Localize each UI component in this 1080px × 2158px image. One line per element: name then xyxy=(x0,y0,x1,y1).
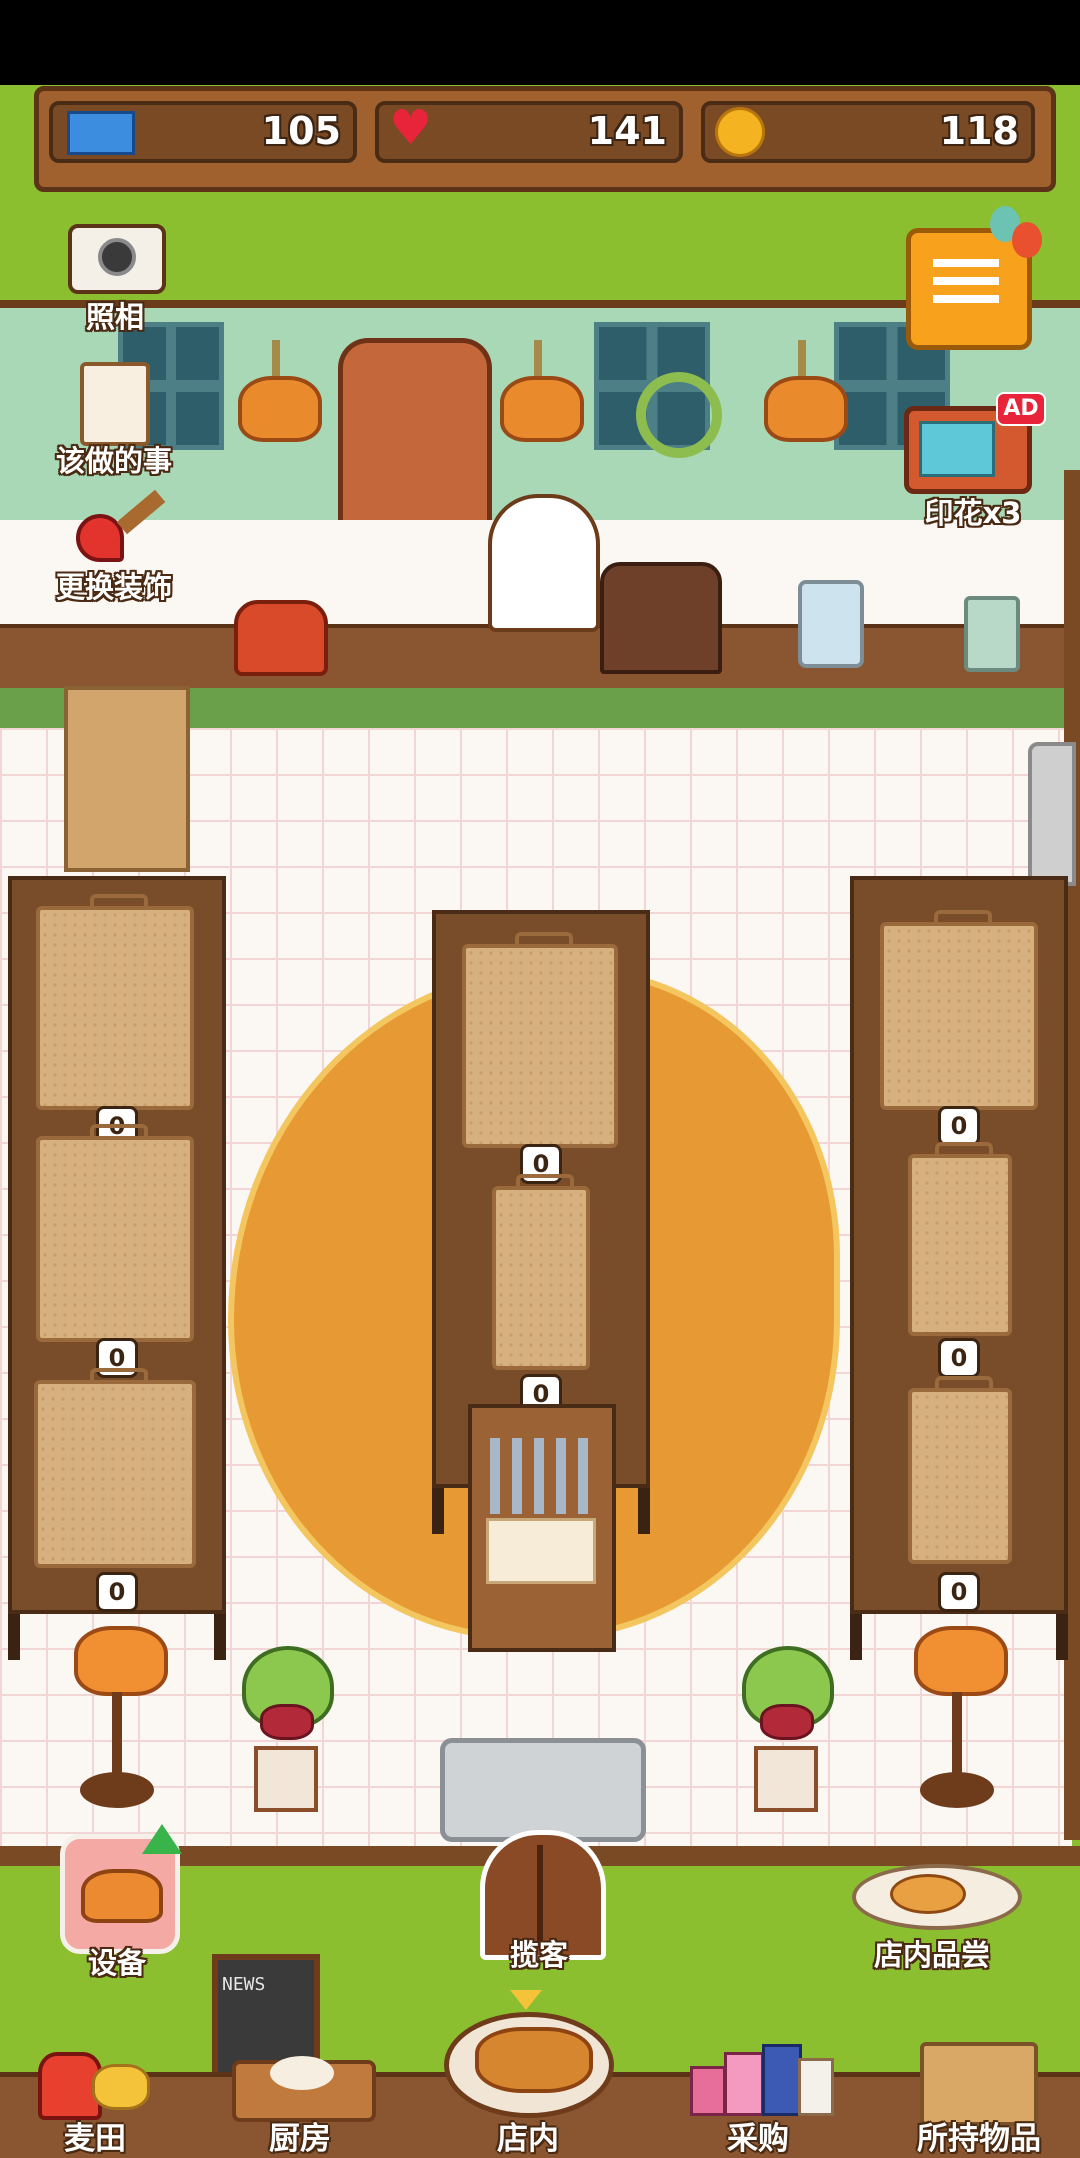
nav-wheat-field[interactable]: 麦田 xyxy=(20,2040,170,2158)
counter-top xyxy=(0,624,1080,692)
active-indicator-icon xyxy=(510,1990,542,2010)
nav-label: 所持物品 xyxy=(917,2121,1041,2157)
hearts-box[interactable]: ♥ 141 xyxy=(375,101,683,163)
bread-tray[interactable] xyxy=(880,910,1038,1110)
tongs-cabinet[interactable] xyxy=(468,1404,616,1652)
bread-tray[interactable] xyxy=(908,1376,1012,1564)
game-screen: 105 ♥ 141 118 0 0 0 0 0 0 0 照相 该做的事 更换装饰… xyxy=(0,0,1080,2158)
bread-tray[interactable] xyxy=(36,894,194,1110)
camera-label: 照相 xyxy=(85,300,144,334)
nav-purchase[interactable]: 采购 xyxy=(676,2040,840,2158)
balloons-icon xyxy=(990,206,1050,276)
display-shelf-middle[interactable]: 0 0 xyxy=(432,910,650,1534)
purchase-icon xyxy=(686,2044,834,2118)
bread-tray[interactable] xyxy=(908,1142,1012,1336)
wall-lamp-right xyxy=(764,340,848,442)
potted-cactus xyxy=(964,596,1020,672)
tasting-label: 店内品尝 xyxy=(873,1938,990,1972)
wreath-decoration xyxy=(636,372,722,458)
nav-label: 采购 xyxy=(727,2121,789,2157)
stamp-ad-button[interactable]: AD 印花x3 xyxy=(900,392,1046,532)
side-door xyxy=(1028,742,1076,886)
tasting-icon xyxy=(852,1864,1022,1930)
equipment-label: 设备 xyxy=(87,1946,146,1980)
nav-label: 店内 xyxy=(497,2121,559,2157)
topiary-pot xyxy=(754,1746,818,1812)
nav-label: 麦田 xyxy=(64,2121,126,2157)
bread-tray[interactable] xyxy=(462,932,618,1148)
display-shelf-left[interactable]: 0 0 0 xyxy=(8,876,226,1660)
clipboard-icon xyxy=(80,362,150,446)
stamp-label: 印花x3 xyxy=(924,496,1022,530)
tray-count: 0 xyxy=(938,1338,980,1378)
topiary-bow xyxy=(260,1704,314,1740)
coins-value: 118 xyxy=(939,109,1019,153)
heart-icon: ♥ xyxy=(389,100,433,156)
change-decor-button[interactable]: 更换装饰 xyxy=(36,489,192,612)
upgrade-arrow-icon xyxy=(142,1824,182,1854)
floor-lamp-left xyxy=(74,1626,168,1696)
topiary-bow xyxy=(760,1704,814,1740)
todo-button[interactable]: 该做的事 xyxy=(36,356,192,478)
tray-count: 0 xyxy=(938,1572,980,1612)
todo-label: 该做的事 xyxy=(55,444,172,478)
nav-label: 厨房 xyxy=(269,2121,331,2157)
tongs-icon xyxy=(490,1438,588,1514)
hearts-value: 141 xyxy=(587,109,667,153)
nav-shop[interactable]: 店内 xyxy=(436,1990,620,2158)
wall-lamp-middle xyxy=(500,340,584,442)
camera-button[interactable]: 照相 xyxy=(60,214,170,334)
coin-icon xyxy=(715,107,765,157)
tray-count: 0 xyxy=(96,1572,138,1612)
topiary-pot xyxy=(254,1746,318,1812)
flower-vase xyxy=(798,580,864,668)
tray-count: 0 xyxy=(938,1106,980,1146)
shop-icon xyxy=(444,2012,614,2118)
camera-icon xyxy=(68,224,166,294)
floor-lamp-right xyxy=(914,1626,1008,1696)
napkin-stack xyxy=(486,1518,596,1584)
bread-tray[interactable] xyxy=(34,1368,196,1568)
wheat-field-icon xyxy=(38,2044,150,2120)
display-shelf-right[interactable]: 0 0 0 xyxy=(850,876,1068,1660)
floor-lamp-base xyxy=(920,1772,994,1808)
top-black-bar xyxy=(0,0,1080,85)
tickets-value: 105 xyxy=(261,109,341,153)
floor-lamp-base xyxy=(80,1772,154,1808)
shopkeeper xyxy=(488,494,600,632)
chalkboard-text: NEWS xyxy=(222,1974,266,1995)
bread-tray[interactable] xyxy=(36,1124,194,1342)
solicit-button[interactable]: 揽客 xyxy=(466,1824,612,1974)
cardboard-box xyxy=(64,686,190,872)
nav-kitchen[interactable]: 厨房 xyxy=(218,2040,382,2158)
decor-label: 更换装饰 xyxy=(55,570,172,604)
tasting-button[interactable]: 店内品尝 xyxy=(842,1836,1022,1974)
nav-inventory[interactable]: 所持物品 xyxy=(884,2040,1074,2158)
solicit-label: 揽客 xyxy=(509,1938,568,1972)
coins-box[interactable]: 118 xyxy=(701,101,1035,163)
ticket-icon xyxy=(67,111,135,155)
telephone xyxy=(234,600,328,676)
bread-tray[interactable] xyxy=(492,1174,590,1370)
resource-bar: 105 ♥ 141 118 xyxy=(34,86,1056,192)
equipment-button[interactable]: 设备 xyxy=(54,1824,182,1980)
wall-lamp-left xyxy=(238,340,322,442)
cash-register xyxy=(600,562,722,674)
ad-badge: AD xyxy=(996,392,1046,426)
tickets-box[interactable]: 105 xyxy=(49,101,357,163)
